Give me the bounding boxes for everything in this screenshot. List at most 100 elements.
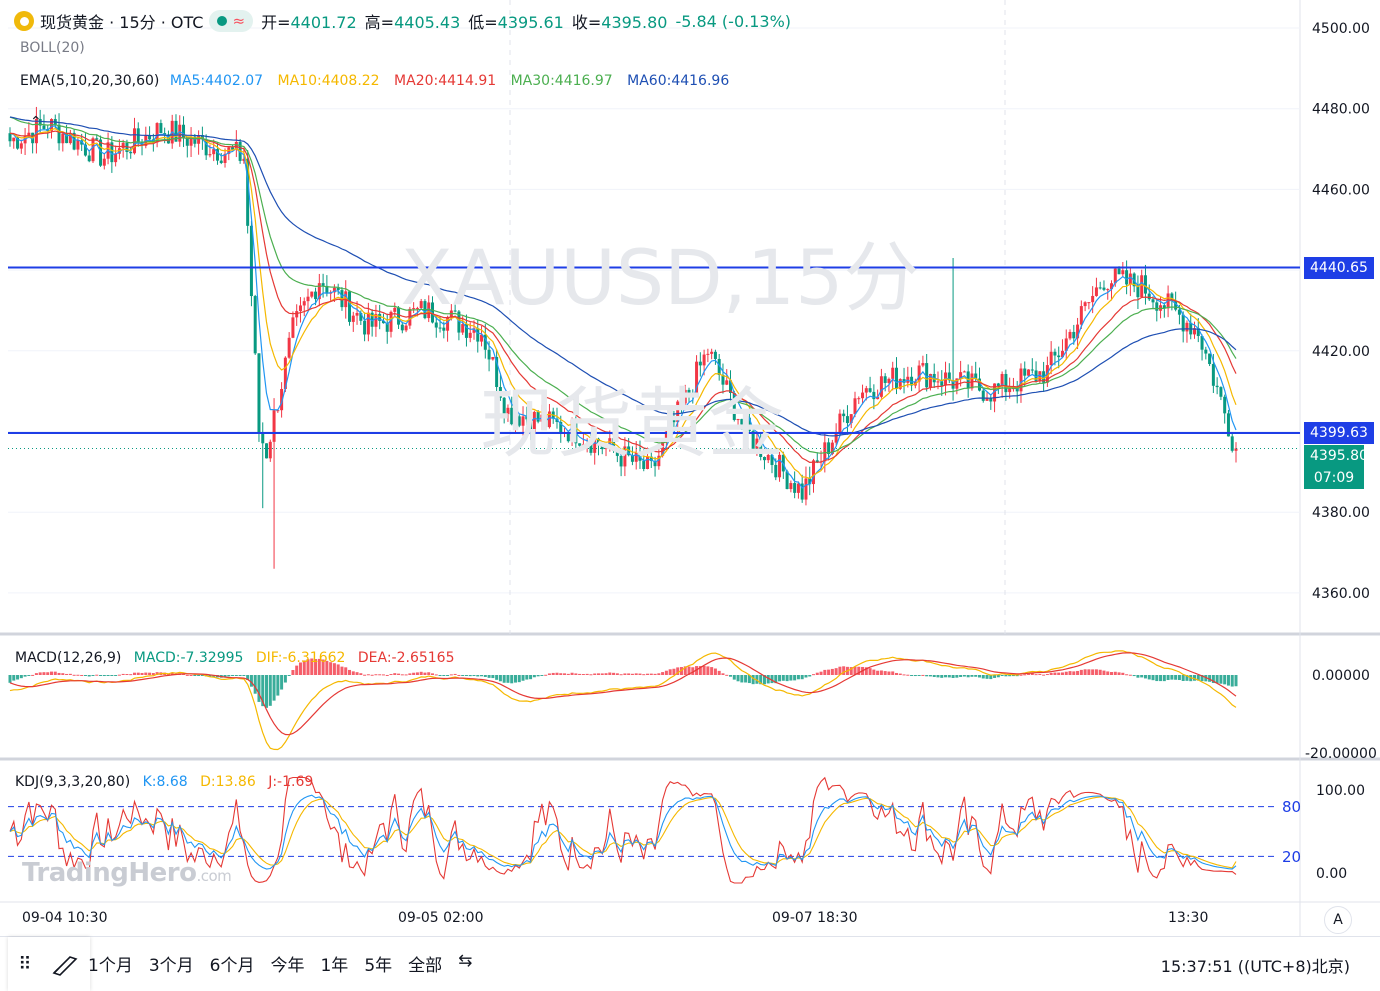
candle-body (219, 160, 223, 163)
macd-histogram-bar (744, 675, 748, 683)
kdj-legend[interactable]: KDJ(9,3,3,20,80) K:8.68 D:13.86 J:-1.69 (15, 774, 321, 790)
candle-body (321, 283, 325, 286)
macd-histogram-bar (894, 672, 898, 675)
macd-histogram-bar (1170, 675, 1174, 680)
candle-body (310, 291, 314, 297)
macd-histogram-bar (1098, 669, 1102, 675)
candle-body (95, 138, 99, 140)
macd-histogram-bar (804, 675, 808, 678)
macd-histogram-bar (1117, 672, 1121, 675)
macd-histogram-bar (955, 675, 959, 678)
macd-histogram-bar (1072, 671, 1076, 675)
macd-histogram-bar (1076, 670, 1080, 675)
range-selector: 1个月 3个月 6个月 今年 1年 5年 全部 ⇆ (88, 951, 488, 976)
macd-histogram-bar (1110, 672, 1114, 675)
candle-body (838, 413, 842, 434)
macd-legend[interactable]: MACD(12,26,9) MACD:-7.32995 DIF:-6.31662… (15, 650, 463, 666)
range-5y[interactable]: 5年 (364, 951, 392, 976)
macd-histogram-bar (1091, 669, 1095, 675)
candle-body (864, 388, 868, 393)
last-price-label: 4395.80 (1304, 445, 1368, 467)
candle-body (706, 353, 710, 355)
candle-body (1155, 302, 1159, 311)
range-ytd[interactable]: 今年 (270, 951, 304, 976)
macd-histogram-bar (740, 675, 744, 683)
range-6m[interactable]: 6个月 (210, 951, 255, 976)
macd-histogram-bar (42, 672, 46, 675)
range-1y[interactable]: 1年 (320, 951, 348, 976)
macd-histogram-bar (351, 671, 355, 675)
macd-histogram-bar (102, 675, 106, 677)
candle-body (676, 401, 680, 423)
candle-body (295, 311, 299, 318)
kdj-level-20: 20 (1282, 848, 1302, 866)
macd-histogram-bar (1068, 671, 1072, 675)
candle-body (1072, 331, 1076, 339)
market-status-pill[interactable]: ≈ (209, 10, 254, 32)
drag-handle-icon[interactable]: ⠿ (18, 954, 31, 975)
macd-histogram-bar (291, 670, 295, 675)
macd-histogram-bar (898, 673, 902, 675)
range-all[interactable]: 全部 (408, 951, 442, 976)
drawing-tools-panel[interactable]: ⠿ (8, 937, 90, 991)
candle-body (1079, 306, 1083, 325)
ema-indicator-legend[interactable]: EMA(5,10,20,30,60) MA5:4402.07 MA10:4408… (20, 73, 739, 89)
range-3m[interactable]: 3个月 (149, 951, 194, 976)
auto-scale-button[interactable]: A (1324, 906, 1352, 934)
macd-histogram-bar (1234, 675, 1238, 687)
clock-timezone[interactable]: 15:37:51 ((UTC+8)北京) (1161, 953, 1350, 977)
macd-histogram-bar (1162, 675, 1166, 682)
candle-body (857, 398, 861, 400)
candle-body (778, 454, 782, 478)
compare-range-icon[interactable]: ⇆ (458, 951, 472, 976)
macd-histogram-bar (800, 675, 804, 680)
macd-histogram-bar (959, 675, 963, 678)
macd-histogram-bar (962, 675, 966, 677)
candle-body (713, 351, 717, 359)
candle-body (1204, 349, 1208, 354)
price-tick-label: 4480.00 (1312, 102, 1370, 118)
macd-histogram-bar (1034, 674, 1038, 676)
candle-body (981, 390, 985, 401)
macd-histogram-bar (472, 675, 476, 676)
candle-body (491, 357, 495, 360)
candle-body (1094, 287, 1098, 296)
candle-body (19, 143, 23, 149)
candle-body (891, 367, 895, 379)
macd-histogram-bar (634, 673, 638, 675)
candle-body (208, 154, 212, 156)
macd-histogram-bar (981, 675, 985, 679)
symbol-title[interactable]: 现货黄金 · 15分 · OTC (40, 9, 203, 33)
macd-histogram-bar (49, 671, 53, 675)
candle-body (879, 376, 883, 397)
chart-canvas[interactable]: 4500.004480.004460.004440.004420.004400.… (0, 0, 1380, 990)
candle-body (291, 317, 295, 338)
macd-histogram-bar (464, 675, 468, 676)
price-tick-label: 4420.00 (1312, 344, 1370, 360)
candle-body (363, 320, 367, 335)
range-1m[interactable]: 1个月 (88, 951, 133, 976)
candle-body (936, 381, 940, 383)
hline-upper-price-label[interactable]: 4440.65 (1304, 257, 1374, 279)
hline-lower-price-label[interactable]: 4399.63 (1304, 422, 1374, 444)
macd-histogram-bar (906, 674, 910, 676)
macd-histogram-bar (449, 674, 453, 676)
candle-body (868, 388, 872, 392)
macd-histogram-bar (242, 675, 246, 676)
macd-histogram-bar (630, 673, 634, 675)
candle-body (578, 443, 582, 446)
candle-body (789, 483, 793, 490)
macd-histogram-bar (910, 675, 914, 676)
macd-histogram-bar (253, 675, 257, 694)
macd-histogram-bar (544, 674, 548, 676)
macd-histogram-bar (238, 675, 242, 676)
boll-indicator-label[interactable]: BOLL(20) (20, 40, 85, 56)
draw-pencil-icon[interactable] (50, 951, 80, 977)
macd-histogram-bar (1045, 674, 1049, 676)
macd-histogram-bar (789, 675, 793, 681)
macd-histogram-bar (1140, 675, 1144, 678)
macd-histogram-bar (423, 672, 427, 675)
macd-histogram-bar (793, 675, 797, 681)
macd-histogram-bar (148, 672, 152, 675)
candle-body (687, 389, 691, 393)
